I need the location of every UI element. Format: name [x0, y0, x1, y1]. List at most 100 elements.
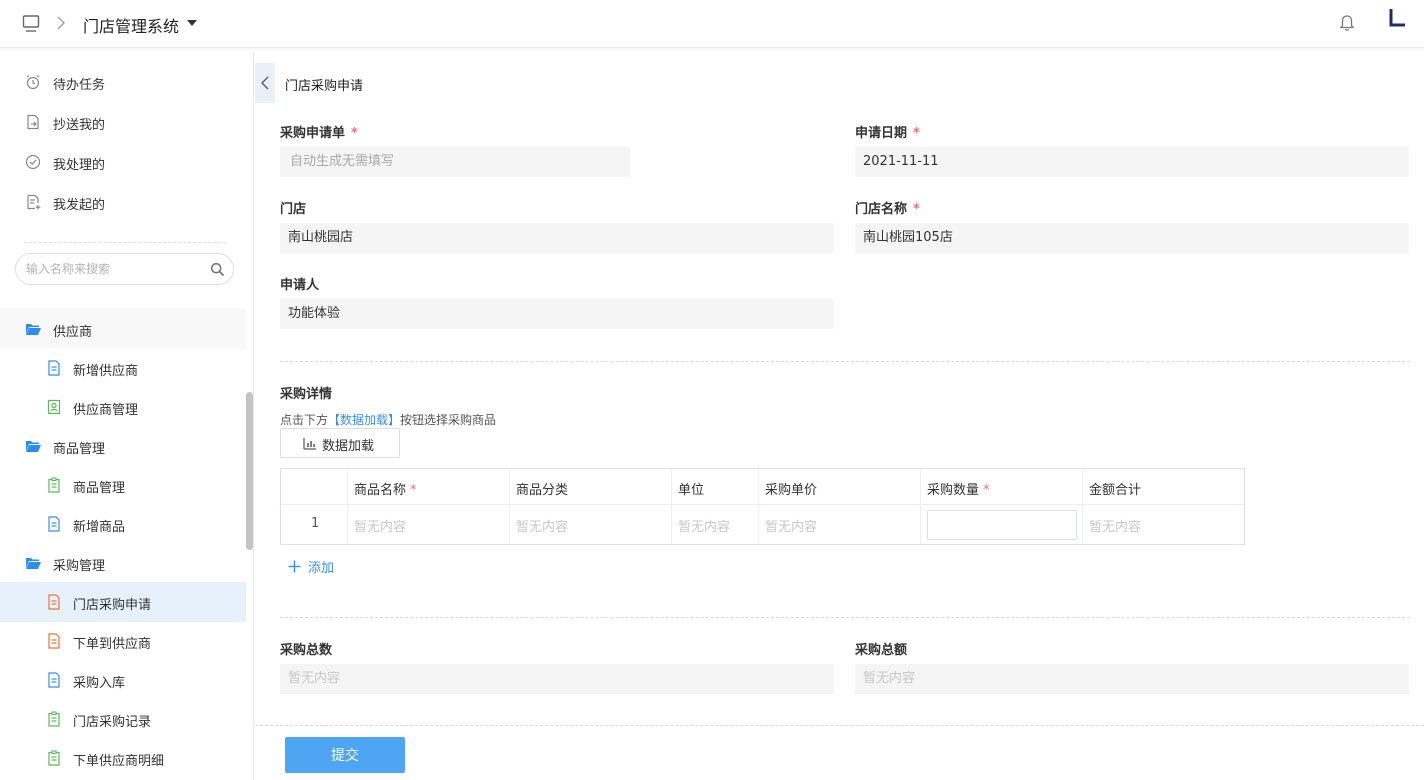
- sidebar-item-store-purchase-records[interactable]: 门店采购记录: [0, 699, 246, 739]
- sidebar-item-label: 采购入库: [73, 676, 126, 691]
- column-separator: [758, 469, 759, 544]
- search-icon[interactable]: [210, 262, 225, 277]
- sidebar-item-label: 待办任务: [53, 78, 106, 93]
- sidebar-item-todo[interactable]: 待办任务: [0, 62, 246, 102]
- sidebar-group-label: 商品管理: [53, 442, 106, 457]
- system-title[interactable]: 门店管理系统: [83, 13, 179, 37]
- sidebar-item-label: 新增供应商: [73, 364, 139, 379]
- sidebar-item-product-manage[interactable]: 商品管理: [0, 465, 246, 505]
- bell-icon[interactable]: [1339, 14, 1355, 32]
- document-icon: [48, 672, 60, 688]
- footer-divider: [255, 725, 1424, 726]
- applicant-label: 申请人: [280, 278, 320, 293]
- sidebar-item-label: 抄送我的: [53, 118, 106, 133]
- document-icon: [48, 633, 60, 649]
- column-separator: [671, 469, 672, 544]
- caret-down-icon[interactable]: [187, 20, 197, 26]
- bar-chart-icon: [303, 438, 316, 450]
- top-bar: 门店管理系统: [0, 0, 1424, 48]
- chevron-right-icon: [57, 16, 65, 30]
- monitor-icon[interactable]: [22, 14, 40, 34]
- sidebar-item-label: 门店采购申请: [73, 598, 152, 613]
- sidebar-item-label: 下单到供应商: [73, 637, 152, 652]
- sidebar-item-cc-me[interactable]: 抄送我的: [0, 102, 246, 142]
- document-icon: [48, 360, 60, 376]
- apply-date-label: 申请日期 *: [855, 126, 920, 141]
- details-title: 采购详情: [280, 387, 333, 402]
- column-separator: [509, 469, 510, 544]
- add-doc-icon: [27, 194, 41, 210]
- sidebar-item-label: 商品管理: [73, 481, 126, 496]
- sidebar-item-label: 我发起的: [53, 198, 106, 213]
- store-name-field[interactable]: 南山桃园105店: [855, 223, 1409, 253]
- sidebar: 待办任务 抄送我的 我处理的 我发起的 ·: [0, 52, 254, 780]
- sidebar-item-label: 下单供应商明细: [73, 754, 165, 769]
- sidebar-group-product[interactable]: 商品管理: [0, 426, 246, 466]
- cell-unit-price: 暂无内容: [765, 520, 818, 535]
- column-header-unit-price: 采购单价: [765, 483, 818, 498]
- total-count-field: 暂无内容: [280, 664, 834, 694]
- purchase-detail-table: 商品名称 * 商品分类 单位 采购单价 采购数量 * 金额合计 1 暂无内容 暂无内…: [280, 468, 1245, 545]
- sidebar-item-order-to-supplier[interactable]: 下单到供应商: [0, 621, 246, 661]
- total-amount-field: 暂无内容: [855, 664, 1409, 694]
- row-index: 1: [311, 516, 320, 531]
- applicant-field[interactable]: 功能体验: [280, 299, 834, 329]
- section-divider: [280, 617, 1410, 618]
- sidebar-divider: [24, 242, 226, 243]
- column-separator: [1082, 469, 1083, 544]
- sidebar-search[interactable]: [15, 253, 234, 285]
- clipboard-icon: [48, 750, 60, 766]
- sidebar-item-label: 门店采购记录: [73, 715, 152, 730]
- sidebar-item-new-supplier[interactable]: 新增供应商: [0, 348, 246, 388]
- folder-open-icon: [26, 324, 41, 335]
- load-data-button[interactable]: 数据加载: [280, 428, 400, 458]
- cell-amount: 暂无内容: [1089, 520, 1142, 535]
- details-hint: 点击下方【数据加载】按钮选择采购商品: [280, 413, 497, 427]
- apply-date-field[interactable]: 2021-11-11: [855, 147, 1409, 177]
- sidebar-item-initiated[interactable]: 我发起的: [0, 182, 246, 222]
- add-row-label: 添加: [308, 561, 335, 576]
- cell-unit: 暂无内容: [678, 520, 731, 535]
- contact-card-icon: [47, 399, 61, 415]
- store-field[interactable]: 南山桃园店: [280, 223, 834, 253]
- store-label: 门店: [280, 202, 307, 217]
- submit-button[interactable]: 提交: [285, 737, 405, 773]
- clipboard-icon: [48, 477, 60, 493]
- sidebar-group-supplier[interactable]: 供应商: [0, 309, 246, 349]
- sidebar-item-handled[interactable]: 我处理的: [0, 142, 246, 182]
- sidebar-scrollbar[interactable]: [246, 392, 253, 550]
- sidebar-item-label: 我处理的: [53, 158, 106, 173]
- sidebar-item-label: 供应商管理: [73, 403, 139, 418]
- order-no-field[interactable]: 自动生成无需填写: [280, 147, 630, 177]
- sidebar-item-label: 新增商品: [73, 520, 126, 535]
- sidebar-group-purchase[interactable]: 采购管理: [0, 543, 246, 583]
- store-name-label: 门店名称 *: [855, 202, 920, 217]
- quantity-input[interactable]: [927, 510, 1077, 540]
- folder-open-icon: [26, 558, 41, 569]
- alarm-clock-icon: [26, 75, 40, 90]
- plus-icon: [288, 560, 301, 573]
- column-header-unit: 单位: [678, 483, 705, 498]
- total-amount-label: 采购总额: [855, 643, 908, 658]
- total-count-label: 采购总数: [280, 643, 333, 658]
- sidebar-item-new-product[interactable]: 新增商品: [0, 504, 246, 544]
- sidebar-group-label: 供应商: [53, 325, 93, 340]
- sidebar-item-store-purchase-request[interactable]: 门店采购申请: [0, 582, 246, 622]
- collapse-sidebar-button[interactable]: [255, 63, 275, 103]
- column-header-amount: 金额合计: [1089, 483, 1142, 498]
- sidebar-item-supplier-order-details[interactable]: 下单供应商明细: [0, 738, 246, 778]
- load-data-label: 数据加载: [322, 439, 375, 454]
- search-input[interactable]: [26, 260, 206, 278]
- cell-product-name[interactable]: 暂无内容: [354, 516, 406, 535]
- cell-category: 暂无内容: [516, 520, 569, 535]
- clipped-menu-item: · · · ·: [72, 286, 152, 296]
- sidebar-item-supplier-manage[interactable]: 供应商管理: [0, 387, 246, 427]
- sidebar-group-label: 采购管理: [53, 559, 106, 574]
- column-header-product-name: 商品名称 *: [354, 483, 417, 498]
- section-divider: [280, 361, 1410, 362]
- document-icon: [48, 516, 60, 532]
- column-separator: [920, 469, 921, 544]
- brand-logo[interactable]: [1388, 8, 1406, 30]
- clipboard-icon: [48, 711, 60, 727]
- sidebar-item-purchase-inbound[interactable]: 采购入库: [0, 660, 246, 700]
